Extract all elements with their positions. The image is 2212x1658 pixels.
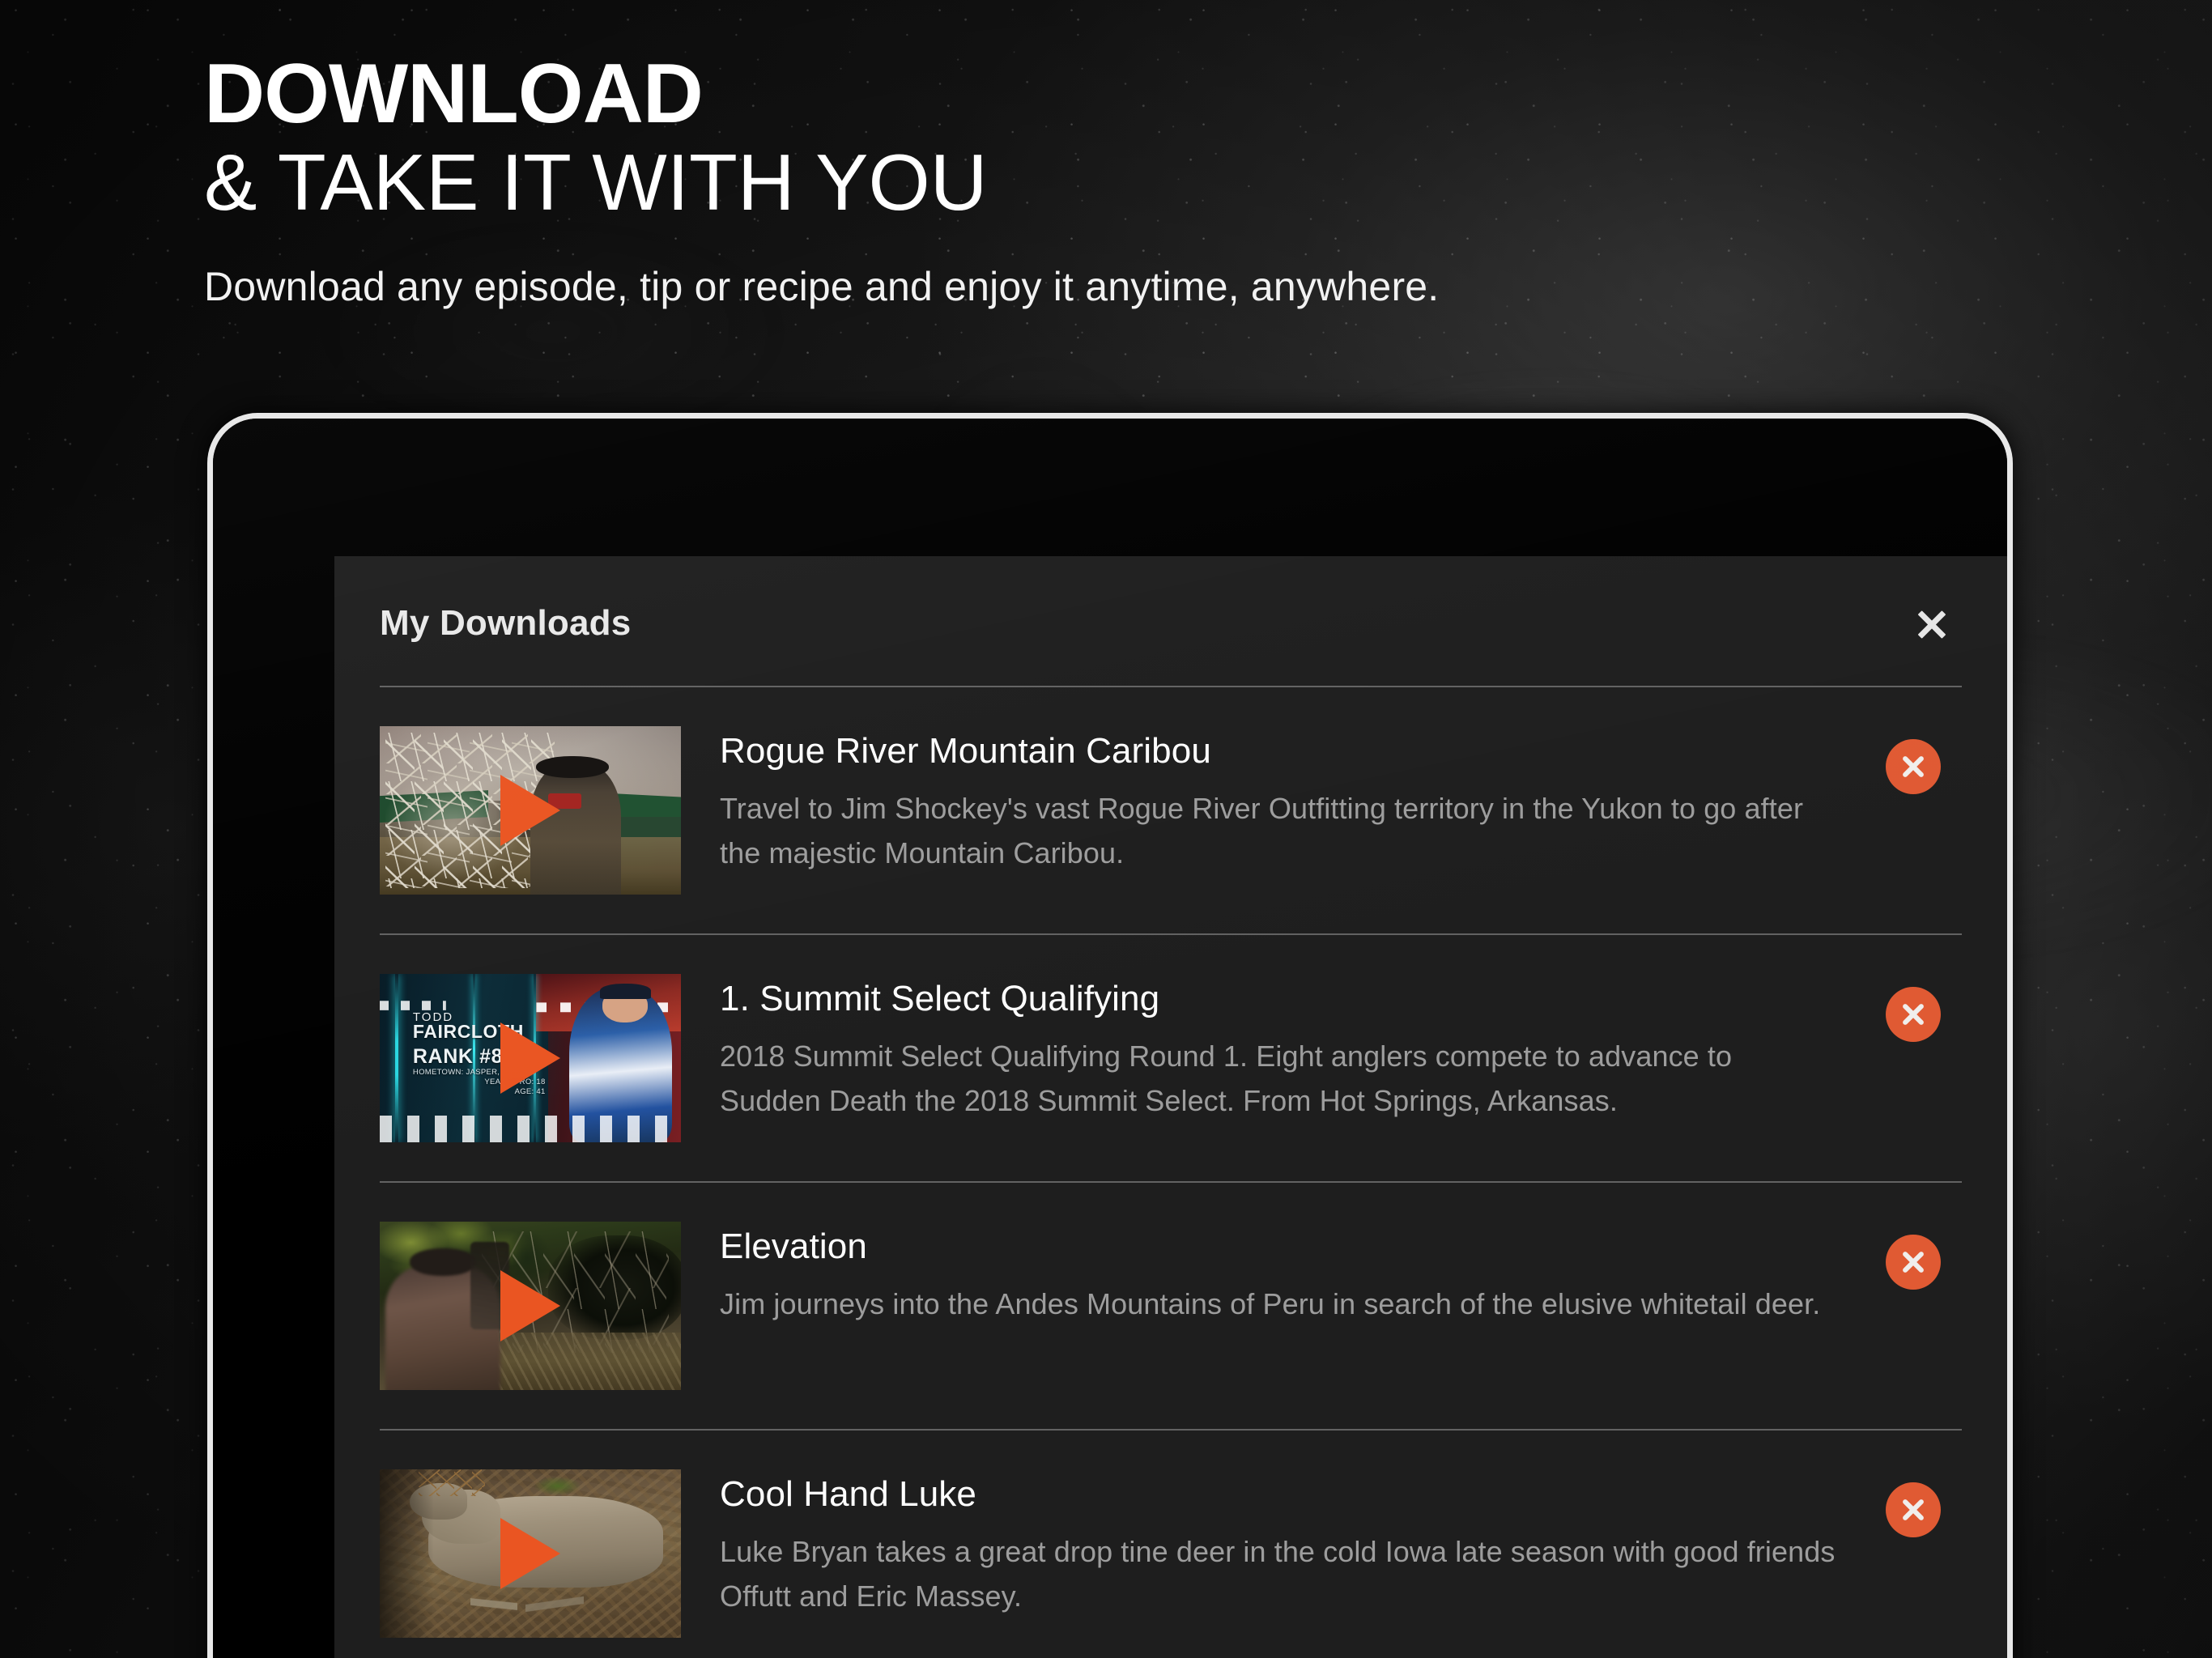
episode-title: Rogue River Mountain Caribou <box>720 731 1211 771</box>
video-thumbnail[interactable] <box>380 1222 681 1390</box>
my-downloads-modal: My Downloads Rogue River Mountain Caribo… <box>334 556 2007 1658</box>
tablet-screen: My Downloads Rogue River Mountain Caribo… <box>213 419 2007 1658</box>
hero-section: DOWNLOAD & TAKE IT WITH YOU Download any… <box>204 47 1440 310</box>
play-icon[interactable] <box>500 775 560 846</box>
hero-headline-line1: DOWNLOAD <box>204 47 704 141</box>
delete-circle-x-icon[interactable] <box>1886 739 1941 794</box>
delete-circle-x-icon[interactable] <box>1886 1482 1941 1537</box>
delete-circle-x-icon[interactable] <box>1886 1235 1941 1290</box>
download-list-item[interactable]: Elevation Jim journeys into the Andes Mo… <box>380 1183 1962 1429</box>
download-item-meta: Rogue River Mountain Caribou Travel to J… <box>681 726 1886 876</box>
video-thumbnail[interactable] <box>380 726 681 895</box>
close-icon[interactable] <box>1907 598 1957 648</box>
episode-description: Travel to Jim Shockey's vast Rogue River… <box>720 792 1804 869</box>
tablet-device-frame: My Downloads Rogue River Mountain Caribo… <box>207 413 2013 1658</box>
episode-description: 2018 Summit Select Qualifying Round 1. E… <box>720 1039 1733 1117</box>
download-list-item[interactable]: TODD FAIRCLOTH RANK #8 HOMETOWN: JASPER,… <box>380 935 1962 1181</box>
play-icon[interactable] <box>500 1022 560 1094</box>
delete-circle-x-icon[interactable] <box>1886 987 1941 1042</box>
video-thumbnail[interactable]: TODD FAIRCLOTH RANK #8 HOMETOWN: JASPER,… <box>380 974 681 1142</box>
modal-title: My Downloads <box>380 603 632 643</box>
play-icon[interactable] <box>500 1518 560 1589</box>
episode-description: Luke Bryan takes a great drop tine deer … <box>720 1535 1836 1613</box>
hero-subtitle: Download any episode, tip or recipe and … <box>204 263 1440 309</box>
video-thumbnail[interactable] <box>380 1469 681 1638</box>
download-list-item[interactable]: Rogue River Mountain Caribou Travel to J… <box>380 687 1962 933</box>
download-item-meta: Cool Hand Luke Luke Bryan takes a great … <box>681 1469 1886 1619</box>
download-item-meta: Elevation Jim journeys into the Andes Mo… <box>681 1222 1886 1327</box>
download-list-item[interactable]: Cool Hand Luke Luke Bryan takes a great … <box>380 1431 1962 1658</box>
episode-description: Jim journeys into the Andes Mountains of… <box>720 1287 1821 1321</box>
page-root: DOWNLOAD & TAKE IT WITH YOU Download any… <box>0 0 2212 1658</box>
play-icon[interactable] <box>500 1270 560 1341</box>
episode-title: Cool Hand Luke <box>720 1474 976 1514</box>
episode-title: 1. Summit Select Qualifying <box>720 979 1160 1018</box>
modal-header: My Downloads <box>380 556 1962 686</box>
episode-title: Elevation <box>720 1226 867 1266</box>
hero-headline-line2: & TAKE IT WITH YOU <box>204 137 988 227</box>
download-item-meta: 1. Summit Select Qualifying 2018 Summit … <box>681 974 1886 1124</box>
